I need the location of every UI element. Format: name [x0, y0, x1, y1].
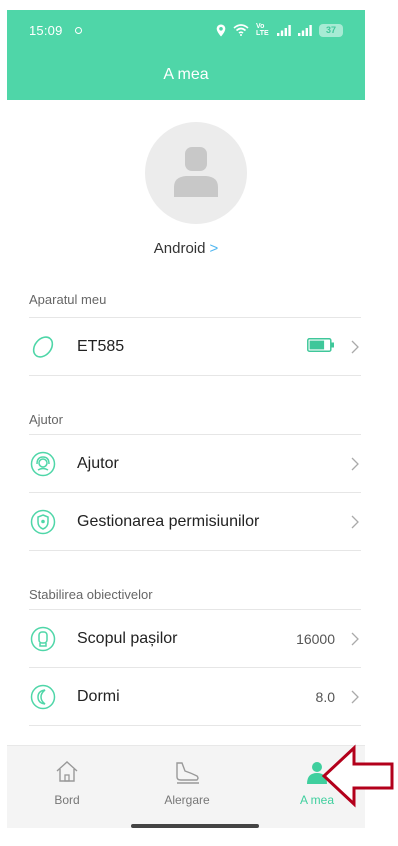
profile-name: Android [153, 240, 206, 257]
signal-icon-2 [298, 24, 312, 36]
user-silhouette-icon [174, 147, 218, 197]
sleep-goal-row[interactable]: Dormi 8.0 [29, 668, 361, 725]
status-time: 15:09 [29, 22, 63, 38]
bottom-tab-bar: Bord Alergare A mea [7, 745, 365, 828]
divider [29, 725, 361, 726]
page-title: A mea [163, 66, 209, 83]
headset-icon [29, 450, 57, 478]
home-icon [27, 758, 107, 786]
footprint-icon [29, 625, 57, 653]
watch-icon [29, 333, 57, 361]
profile-chevron: > [209, 240, 219, 257]
phone-screen: 15:09 Vo LTE 37 A mea Android > Aparatul… [7, 10, 365, 828]
device-row-et585[interactable]: ET585 [29, 318, 361, 375]
profile-section: Android > [7, 100, 365, 275]
chevron-right-icon [351, 515, 361, 529]
app-bar: A mea [7, 50, 365, 100]
battery-percent: 37 [325, 25, 336, 35]
chevron-right-icon [351, 340, 361, 354]
shield-icon [29, 508, 57, 536]
home-indicator[interactable] [131, 824, 259, 828]
chevron-right-icon [351, 632, 361, 646]
tab-label-bord: Bord [54, 793, 80, 807]
device-name: ET585 [77, 337, 125, 355]
steps-goal-label: Scopul pașilor [77, 629, 178, 647]
battery-status-icon: 37 [319, 23, 343, 37]
profile-name-link[interactable]: Android > [7, 240, 365, 257]
help-label: Ajutor [77, 454, 119, 472]
tab-bord[interactable]: Bord [27, 758, 107, 807]
device-battery-icon [307, 338, 335, 355]
tab-alergare[interactable]: Alergare [147, 758, 227, 807]
chevron-right-icon [351, 690, 361, 704]
sleep-goal-value: 8.0 [315, 688, 335, 705]
signal-icon [277, 24, 291, 36]
steps-goal-value: 16000 [296, 630, 335, 647]
section-title-help: Ajutor [29, 412, 63, 427]
notification-dot-icon [74, 26, 82, 34]
location-icon [216, 24, 226, 36]
moon-icon [29, 683, 57, 711]
status-bar: 15:09 Vo LTE 37 [7, 10, 365, 50]
section-title-device: Aparatul meu [29, 292, 107, 307]
divider [29, 375, 361, 376]
section-title-goals: Stabilirea obiectivelor [29, 587, 153, 602]
avatar[interactable] [145, 122, 247, 224]
tab-label-alergare: Alergare [164, 793, 210, 807]
permissions-row[interactable]: Gestionarea permisiunilor [29, 493, 361, 550]
divider [29, 550, 361, 551]
help-row[interactable]: Ajutor [29, 435, 361, 492]
annotation-arrow-icon [321, 744, 394, 808]
wifi-icon [233, 24, 249, 36]
volte-indicator: Vo LTE [256, 23, 269, 37]
permissions-label: Gestionarea permisiunilor [77, 512, 260, 530]
sleep-goal-label: Dormi [77, 687, 120, 705]
shoe-icon [147, 758, 227, 786]
steps-goal-row[interactable]: Scopul pașilor 16000 [29, 610, 361, 667]
chevron-right-icon [351, 457, 361, 471]
